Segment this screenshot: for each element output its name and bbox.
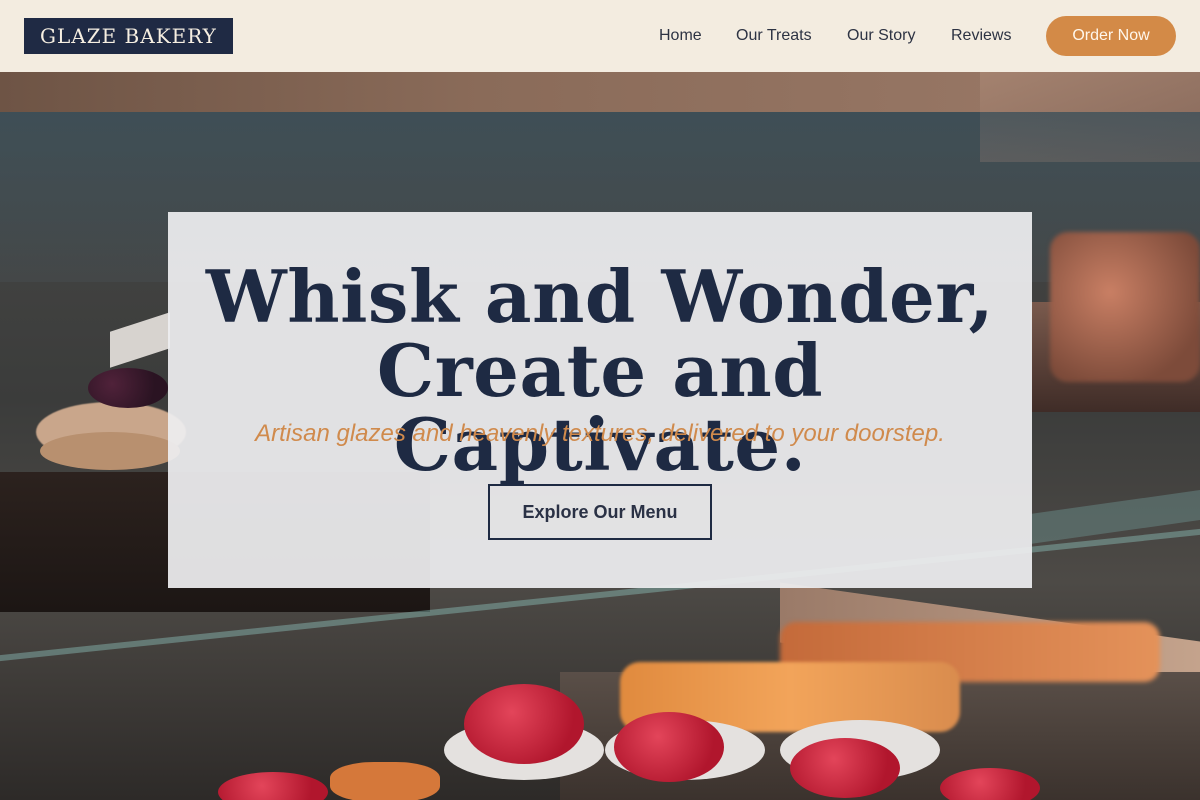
photo-orange-slice <box>330 762 440 800</box>
photo-cookie-bottom <box>40 432 180 470</box>
explore-menu-button[interactable]: Explore Our Menu <box>488 484 712 540</box>
order-now-button[interactable]: Order Now <box>1046 16 1176 56</box>
hero-card: Whisk and Wonder, Create and Captivate. … <box>168 212 1032 588</box>
photo-strawberry <box>218 772 328 800</box>
logo[interactable]: GLAZE BAKERY <box>24 18 233 54</box>
photo-raspberry-tart <box>940 768 1040 800</box>
photo-pastry <box>1050 232 1200 382</box>
hero-headline: Whisk and Wonder, Create and Captivate. <box>168 260 1032 482</box>
nav-link-our-treats[interactable]: Our Treats <box>736 24 812 48</box>
photo-price-tag <box>110 312 170 368</box>
photo-raspberry-tart <box>464 684 584 764</box>
photo-berries <box>88 368 168 408</box>
nav-link-our-story[interactable]: Our Story <box>847 24 915 48</box>
hero-tagline: Artisan glazes and heavenly textures, de… <box>255 420 945 447</box>
nav-link-home[interactable]: Home <box>659 24 702 48</box>
headline-line-1: Whisk and Wonder, <box>205 254 995 339</box>
nav-link-reviews[interactable]: Reviews <box>951 24 1011 48</box>
site-header: GLAZE BAKERY Home Our Treats Our Story R… <box>0 0 1200 72</box>
headline-line-2: Create and Captivate. <box>376 328 824 487</box>
photo-raspberry-tart <box>614 712 724 782</box>
photo-raspberry-tart <box>790 738 900 798</box>
